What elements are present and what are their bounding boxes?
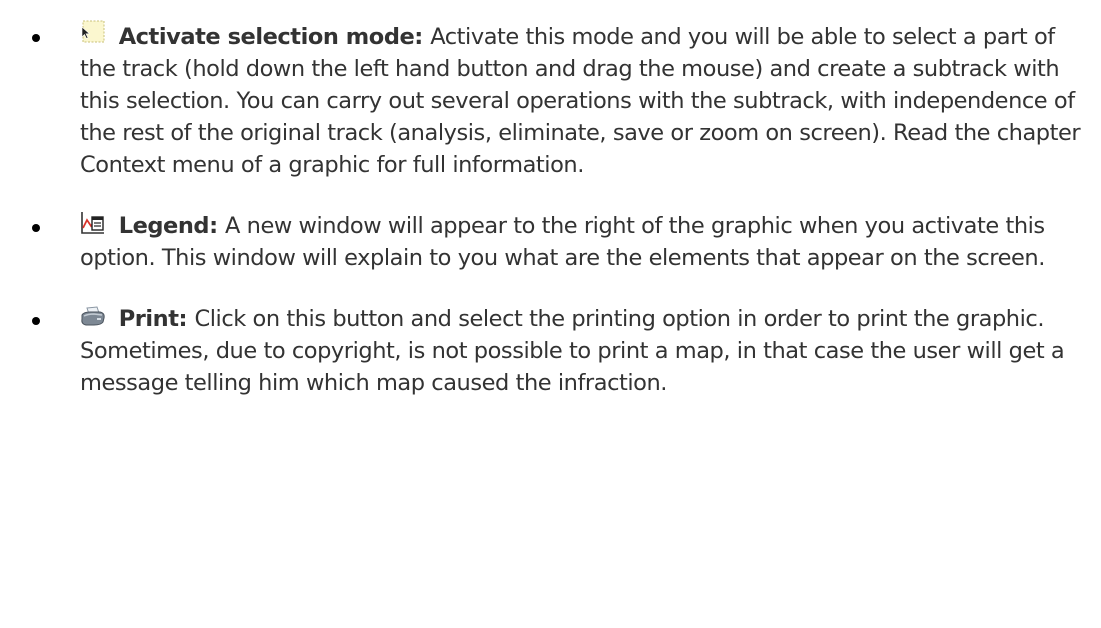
item-term: Activate selection mode: — [118, 24, 431, 50]
printer-icon — [80, 306, 106, 328]
item-term: Legend: — [118, 213, 226, 239]
bullet — [32, 317, 40, 325]
feature-list: Activate selection mode: Activate this m… — [0, 0, 1101, 399]
item-term: Print: — [118, 306, 195, 332]
selection-mode-icon — [80, 20, 106, 46]
list-item-legend: Legend: A new window will appear to the … — [0, 210, 1101, 274]
list-item-selection-mode: Activate selection mode: Activate this m… — [0, 20, 1101, 181]
list-item-print: Print: Click on this button and select t… — [0, 303, 1101, 399]
item-description: A new window will appear to the right of… — [80, 213, 1045, 271]
item-description: Click on this button and select the prin… — [80, 306, 1065, 396]
bullet — [32, 34, 40, 42]
bullet — [32, 224, 40, 232]
legend-icon — [80, 211, 106, 235]
